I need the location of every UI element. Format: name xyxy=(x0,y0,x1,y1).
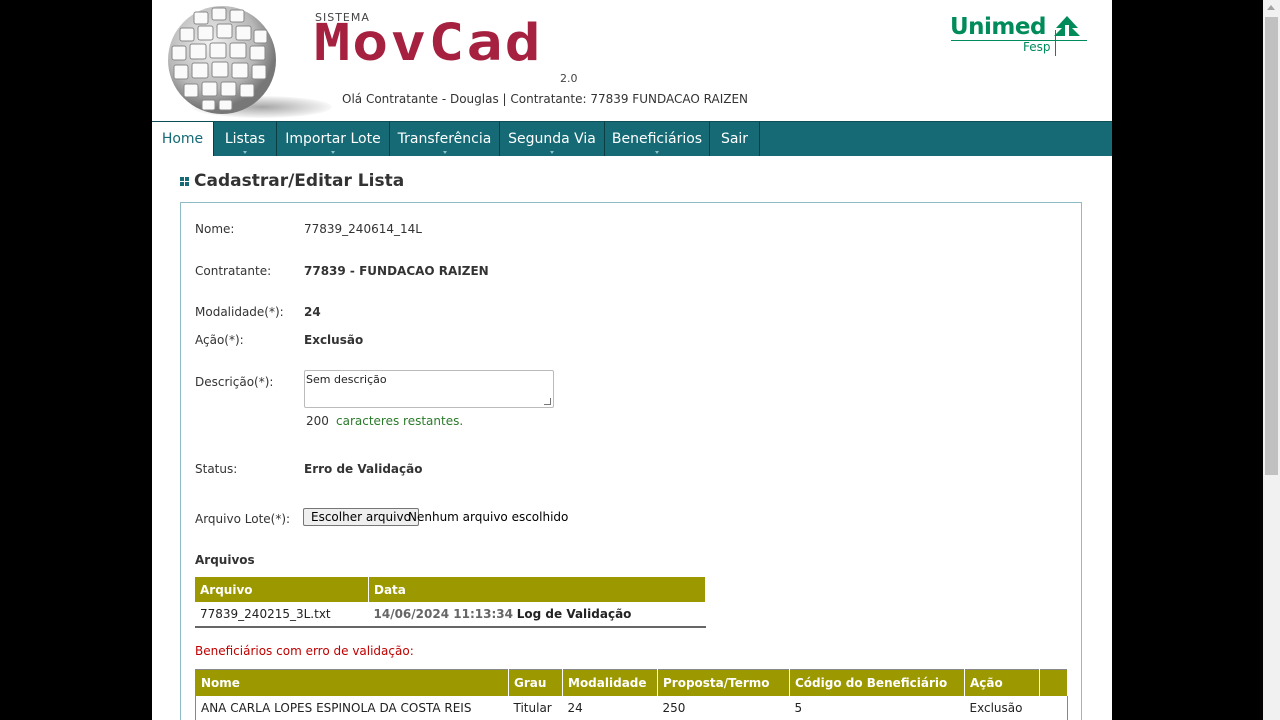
modalidade-label: Modalidade(*): xyxy=(195,305,284,319)
nav-importar-lote-label: Importar Lote xyxy=(285,131,381,147)
col-nome: Nome xyxy=(195,669,509,696)
table-header-row: Arquivo Data xyxy=(195,577,706,602)
grid-bullet-icon xyxy=(180,177,190,187)
nav-listas-label: Listas xyxy=(224,131,266,147)
col-arquivo: Arquivo xyxy=(195,577,369,602)
nome-label: Nome: xyxy=(195,222,235,236)
choose-file-button[interactable]: Escolher arquivo xyxy=(303,508,419,526)
cell-grau: Titular xyxy=(513,701,552,715)
col-proposta: Proposta/Termo xyxy=(657,669,790,696)
arquivo-data-cell: 14/06/2024 11:13:34 Log de Validação xyxy=(368,602,706,628)
chevron-down-icon xyxy=(331,151,335,154)
unimed-tree-icon xyxy=(1054,16,1081,37)
unimed-divider xyxy=(1055,30,1056,56)
chevron-down-icon xyxy=(655,151,659,154)
nav-beneficiarios-label: Beneficiários xyxy=(611,131,703,147)
nav-sair[interactable]: Sair xyxy=(710,122,760,156)
descricao-label: Descrição(*): xyxy=(195,375,274,389)
arquivo-name: 77839_240215_3L.txt xyxy=(195,602,369,628)
nav-importar-lote[interactable]: Importar Lote xyxy=(277,122,390,156)
nav-transferencia[interactable]: Transferência xyxy=(390,122,500,156)
chevron-down-icon xyxy=(442,151,447,154)
col-spacer xyxy=(1039,669,1068,696)
page-title: Cadastrar/Editar Lista xyxy=(194,171,405,191)
status-label: Status: xyxy=(195,462,238,476)
nav-home[interactable]: Home xyxy=(152,122,214,156)
modalidade-value: 24 xyxy=(304,305,321,319)
nav-transferencia-label: Transferência xyxy=(397,131,492,147)
cell-proposta: 250 xyxy=(662,701,686,715)
cell-nome: ANA CARLA LOPES ESPINOLA DA COSTA REIS xyxy=(201,701,472,715)
user-greeting: Olá Contratante - Douglas | Contratante:… xyxy=(342,92,749,106)
col-modalidade: Modalidade xyxy=(562,669,658,696)
log-validacao-link[interactable]: Log de Validação xyxy=(517,607,632,621)
unimed-logo: Unimed Fesp xyxy=(950,12,1087,56)
form-panel: Nome: 77839_240614_14L Contratante: 7783… xyxy=(180,202,1082,720)
col-grau: Grau xyxy=(508,669,563,696)
page: SISTEMA MovCad 2.0 Olá Contratante - Dou… xyxy=(152,0,1112,720)
arquivos-title: Arquivos xyxy=(195,553,255,567)
nome-value: 77839_240614_14L xyxy=(304,222,422,236)
descricao-textarea[interactable]: Sem descrição xyxy=(304,370,554,408)
movcad-logo: MovCad xyxy=(314,13,543,73)
acao-value: Exclusão xyxy=(304,333,364,347)
header: SISTEMA MovCad 2.0 Olá Contratante - Dou… xyxy=(152,0,1112,121)
unimed-underline xyxy=(951,40,1087,41)
table-row: ANA CARLA LOPES ESPINOLA DA COSTA REIS T… xyxy=(196,696,1068,720)
beneficiarios-error-table: Nome Grau Modalidade Proposta/Termo Códi… xyxy=(195,669,1068,720)
acao-label: Ação(*): xyxy=(195,333,244,347)
char-counter-text: caracteres restantes. xyxy=(336,414,464,428)
cell-spacer xyxy=(1040,696,1068,720)
chevron-down-icon xyxy=(243,151,247,154)
contratante-label: Contratante: xyxy=(195,264,272,278)
arquivo-lote-label: Arquivo Lote(*): xyxy=(195,512,291,526)
status-value: Erro de Validação xyxy=(304,462,423,476)
main-nav: Home Listas Importar Lote Transferência … xyxy=(152,121,1112,156)
errors-title: Beneficiários com erro de validação: xyxy=(195,644,414,658)
nav-segunda-via-label: Segunda Via xyxy=(508,131,596,147)
arquivo-date: 14/06/2024 11:13:34 xyxy=(373,607,513,621)
unimed-sub: Fesp xyxy=(1023,40,1051,54)
nav-home-label: Home xyxy=(161,131,204,147)
nav-listas[interactable]: Listas xyxy=(214,122,277,156)
table-row: 77839_240215_3L.txt 14/06/2024 11:13:34 … xyxy=(195,602,706,628)
col-data: Data xyxy=(368,577,706,602)
cell-acao: Exclusão xyxy=(969,701,1023,715)
cell-codigo: 5 xyxy=(794,701,803,715)
table-header-row: Nome Grau Modalidade Proposta/Termo Códi… xyxy=(195,669,1068,696)
contratante-value: 77839 - FUNDACAO RAIZEN xyxy=(304,264,489,278)
resize-grip-icon[interactable] xyxy=(544,398,551,405)
nav-sair-label: Sair xyxy=(720,131,749,147)
col-acao: Ação xyxy=(964,669,1040,696)
scrollbar-thumb[interactable] xyxy=(1265,17,1278,475)
unimed-brand: Unimed xyxy=(950,14,1046,40)
vertical-scrollbar[interactable] xyxy=(1263,0,1280,720)
cell-modalidade: 24 xyxy=(567,701,583,715)
nav-beneficiarios[interactable]: Beneficiários xyxy=(605,122,710,156)
col-codigo: Código do Beneficiário xyxy=(789,669,965,696)
char-counter: 200 xyxy=(306,414,329,428)
arquivos-table: Arquivo Data 77839_240215_3L.txt 14/06/2… xyxy=(195,577,706,628)
keyboard-globe-logo xyxy=(168,6,276,114)
descricao-text: Sem descrição xyxy=(306,373,387,386)
file-status-text: Nenhum arquivo escolhido xyxy=(408,510,569,524)
version-label: 2.0 xyxy=(560,72,578,85)
nav-segunda-via[interactable]: Segunda Via xyxy=(500,122,605,156)
scroll-up-arrow-icon[interactable] xyxy=(1267,5,1275,10)
chevron-down-icon xyxy=(550,151,554,154)
